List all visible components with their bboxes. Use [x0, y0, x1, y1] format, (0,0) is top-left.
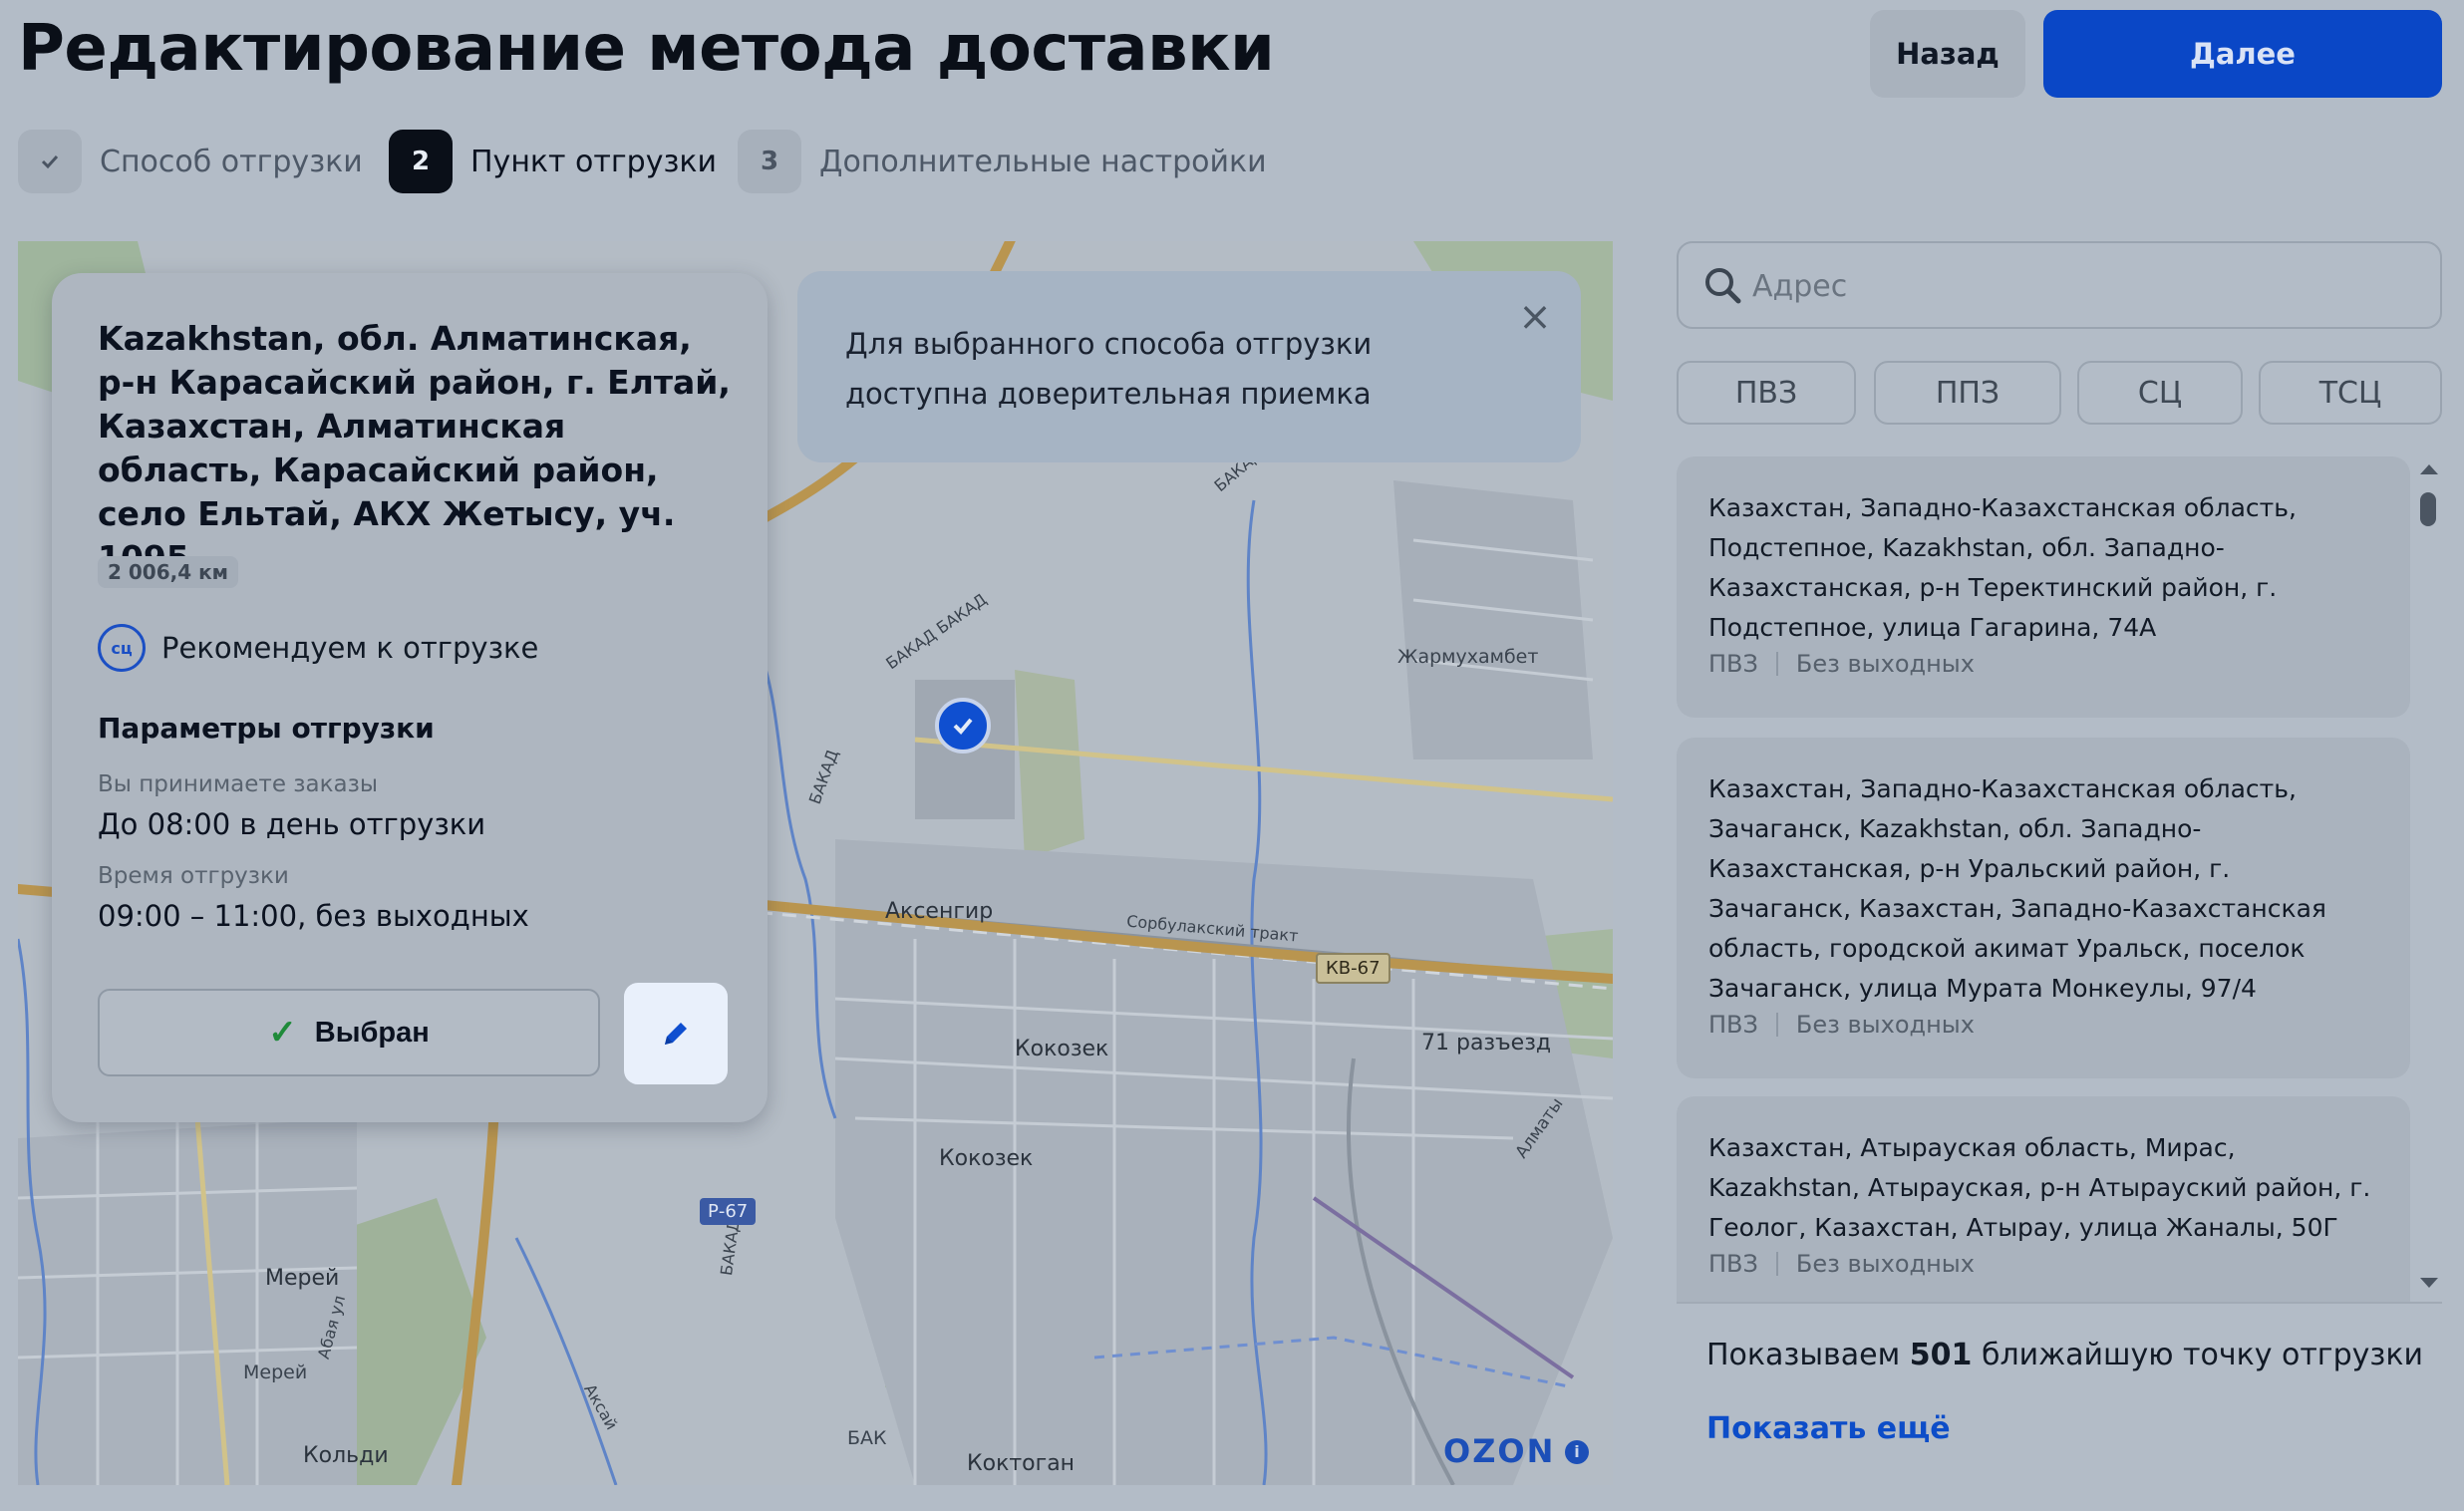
list-item[interactable]: Казахстан, Атырауская область, Мирас, Ka… [1677, 1096, 2410, 1302]
show-more-link[interactable]: Показать ещё [1706, 1411, 1951, 1446]
item-type: ПВЗ [1708, 1011, 1758, 1039]
close-icon[interactable]: × [1513, 295, 1557, 339]
item-meta: ПВЗ Без выходных [1708, 1250, 1975, 1278]
recommend-row: сц Рекомендуем к отгрузке [98, 624, 538, 672]
list-item[interactable]: Казахстан, Западно-Казахстанская область… [1677, 456, 2410, 718]
map-label-kokozek: Кокозек [1015, 1037, 1109, 1061]
map-label-merei-2: Мерей [243, 1361, 308, 1383]
map-label-koktogan: Коктоган [967, 1451, 1076, 1476]
item-type: ПВЗ [1708, 1250, 1758, 1278]
filter-tsc[interactable]: ТСЦ [2259, 361, 2442, 425]
info-icon[interactable]: i [1565, 1440, 1589, 1464]
selected-label: Выбран [314, 1016, 430, 1049]
pencil-icon [665, 1023, 687, 1045]
map-label-bak: БАК [847, 1427, 887, 1449]
showing-suffix: ближайшую точку отгрузки [1981, 1338, 2423, 1372]
header: Редактирование метода доставки Назад Дал… [0, 0, 2464, 110]
address-search [1677, 241, 2442, 329]
trusted-acceptance-notice: Для выбранного способа отгрузки доступна… [797, 271, 1581, 462]
map-label-kokozek-2: Кокозек [939, 1146, 1034, 1171]
item-address: Казахстан, Западно-Казахстанская область… [1708, 493, 2297, 642]
selected-button[interactable]: ✓ Выбран [98, 989, 600, 1076]
step-number: 2 [389, 130, 453, 193]
step-number: 3 [738, 130, 801, 193]
road-badge-p67: Р-67 [700, 1198, 757, 1225]
item-schedule: Без выходных [1795, 650, 1975, 678]
step-shipping-method[interactable]: Способ отгрузки [18, 130, 363, 193]
notice-text: Для выбранного способа отгрузки доступна… [845, 327, 1373, 411]
map-label-razezd: 71 разъезд [1421, 1031, 1552, 1056]
divider [1677, 1302, 2442, 1304]
scroll-down-icon[interactable] [2420, 1278, 2438, 1288]
step-label: Пункт отгрузки [470, 144, 718, 179]
showing-count-text: Показываем 501 ближайшую точку отгрузки [1706, 1338, 2423, 1372]
selected-point-pin[interactable] [935, 698, 991, 754]
item-schedule: Без выходных [1795, 1011, 1975, 1039]
back-button[interactable]: Назад [1870, 10, 2025, 98]
step-shipping-point[interactable]: 2 Пункт отгрузки [389, 130, 717, 193]
divider [1775, 652, 1778, 676]
points-list[interactable]: Казахстан, Западно-Казахстанская область… [1677, 456, 2414, 1302]
step-label: Способ отгрузки [100, 144, 363, 179]
accept-value: До 08:00 в день отгрузки [98, 807, 486, 841]
item-address: Казахстан, Западно-Казахстанская область… [1708, 774, 2326, 1003]
edit-button[interactable] [624, 983, 728, 1084]
shipping-point-card: Kazakhstan, обл. Алматинская, р-н Караса… [52, 273, 768, 1122]
item-address: Казахстан, Атырауская область, Мирас, Ka… [1708, 1133, 2371, 1242]
map-label-merei: Мерей [265, 1266, 340, 1291]
showing-count: 501 [1909, 1338, 1973, 1372]
check-icon [953, 718, 973, 735]
check-icon [18, 130, 82, 193]
point-address: Kazakhstan, обл. Алматинская, р-н Караса… [98, 319, 731, 577]
divider [1775, 1013, 1778, 1037]
accept-label: Вы принимаете заказы [98, 771, 378, 797]
filter-pvz[interactable]: ПВЗ [1677, 361, 1856, 425]
address-input[interactable] [1752, 261, 2410, 311]
map-label-koldi: Кольди [303, 1443, 389, 1468]
step-extra-settings[interactable]: 3 Дополнительные настройки [738, 130, 1267, 193]
scroll-up-icon[interactable] [2420, 464, 2438, 474]
time-value: 09:00 – 11:00, без выходных [98, 899, 529, 933]
next-button[interactable]: Далее [2043, 10, 2442, 98]
list-item[interactable]: Казахстан, Западно-Казахстанская область… [1677, 738, 2410, 1078]
road-badge-kb67: КВ-67 [1316, 953, 1390, 984]
map-label-zharmukhambet: Жармухамбет [1397, 646, 1539, 668]
ozon-logo: OZON [1443, 1432, 1556, 1470]
item-schedule: Без выходных [1795, 1250, 1975, 1278]
item-meta: ПВЗ Без выходных [1708, 650, 1975, 678]
filter-ppz[interactable]: ППЗ [1874, 361, 2061, 425]
distance-badge: 2 006,4 км [98, 556, 239, 588]
filter-sc[interactable]: СЦ [2077, 361, 2243, 425]
page-title: Редактирование метода доставки [18, 12, 1275, 86]
sorting-center-icon: сц [98, 624, 146, 672]
search-icon [1705, 268, 1741, 304]
time-label: Время отгрузки [98, 863, 289, 889]
params-title: Параметры отгрузки [98, 712, 435, 745]
divider [1775, 1252, 1778, 1276]
step-label: Дополнительные настройки [819, 144, 1267, 179]
item-type: ПВЗ [1708, 650, 1758, 678]
item-meta: ПВЗ Без выходных [1708, 1011, 1975, 1039]
showing-prefix: Показываем [1706, 1338, 1901, 1372]
recommend-text: Рекомендуем к отгрузке [161, 631, 539, 665]
scroll-thumb[interactable] [2420, 492, 2436, 526]
list-scrollbar[interactable] [2416, 464, 2440, 1292]
map-label-aksengir: Аксенгир [885, 899, 994, 924]
check-icon: ✓ [268, 1014, 297, 1052]
